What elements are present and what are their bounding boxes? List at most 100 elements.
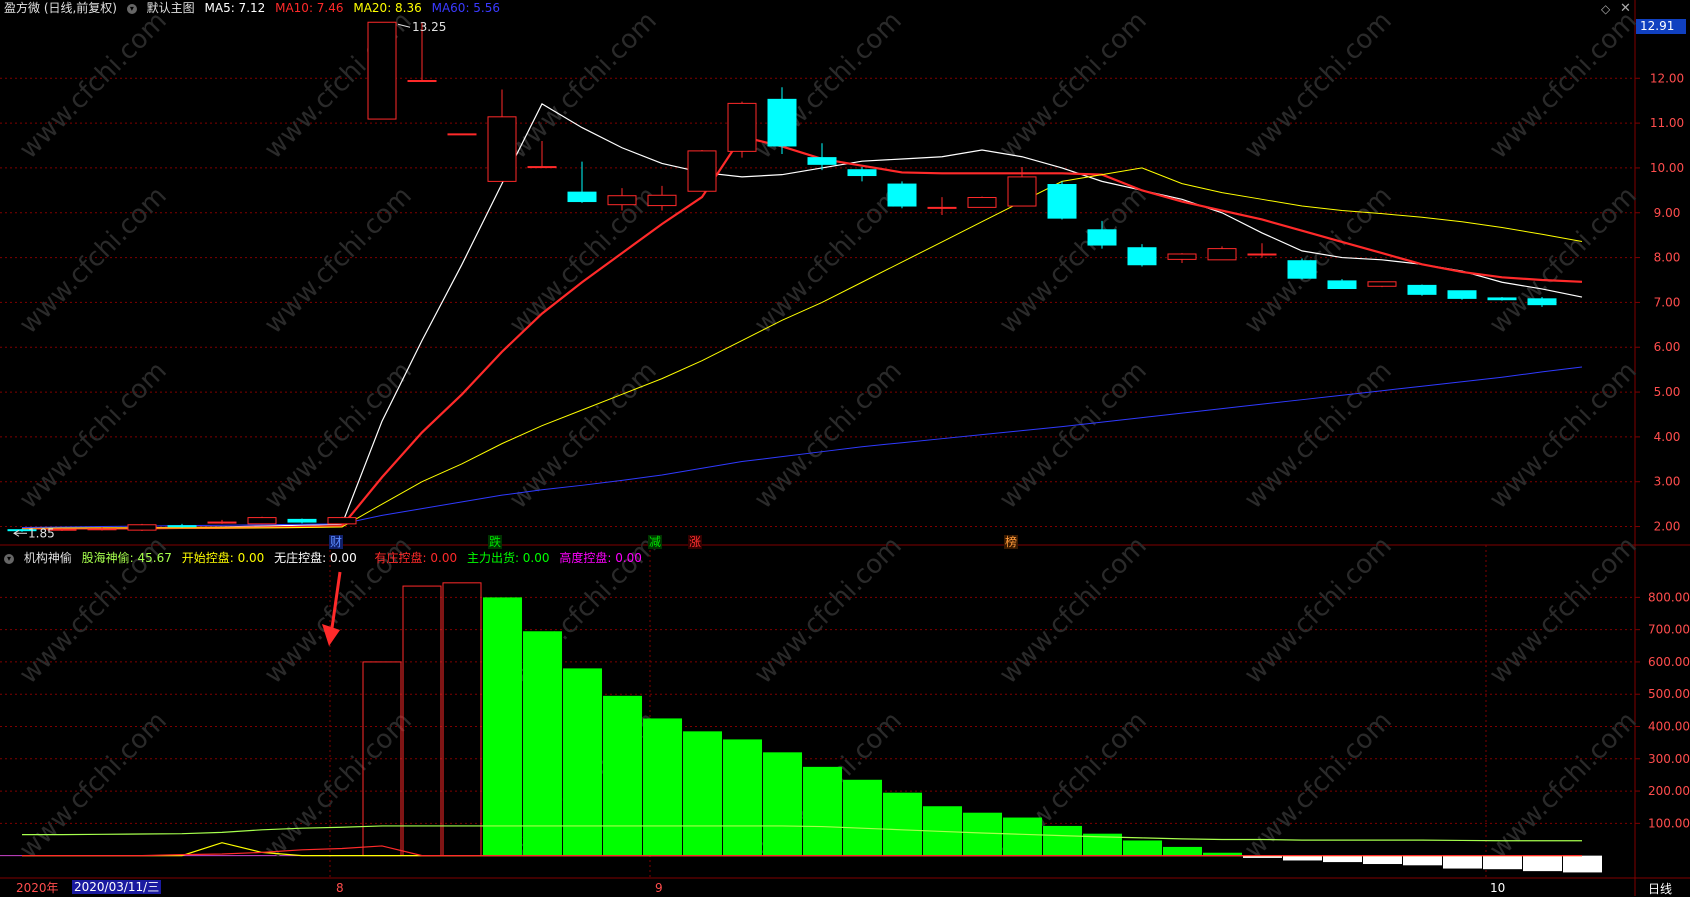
dropdown-icon[interactable]: ▾ bbox=[4, 553, 14, 564]
main-header: 盈方微 (日线,前复权) ▾ 默认主图 MA5: 7.12 MA10: 7.46… bbox=[4, 1, 506, 15]
price-tick-label: 9.00 bbox=[1654, 206, 1681, 220]
indicator-value-gaodu: 高度控盘: 0.00 bbox=[559, 551, 642, 565]
indicator-tick-label: 400.00 bbox=[1648, 720, 1690, 734]
indicator-bar bbox=[1163, 846, 1202, 856]
price-tick-label: 7.00 bbox=[1654, 295, 1681, 309]
candle-body bbox=[1247, 253, 1277, 256]
month-label: 8 bbox=[336, 881, 344, 895]
watermark-text: www.cfchi.com bbox=[14, 6, 173, 165]
indicator-bar bbox=[1443, 855, 1482, 869]
ma60-value: MA60: 5.56 bbox=[431, 1, 501, 15]
candle-body bbox=[647, 194, 677, 207]
watermark-text: www.cfchi.com bbox=[1484, 181, 1643, 340]
indicator-bar bbox=[1043, 825, 1082, 856]
main-price-axis: 12.00 11.00 10.00 9.00 8.00 7.00 6.00 5.00 4.00 3… bbox=[1635, 71, 1684, 534]
candle-body bbox=[447, 133, 477, 136]
indicator-bar bbox=[603, 695, 642, 856]
candle-body bbox=[767, 98, 797, 147]
indicator-bar bbox=[883, 792, 922, 856]
candle-body bbox=[207, 521, 237, 524]
watermark-text: www.cfchi.com bbox=[994, 6, 1153, 165]
dropdown-icon[interactable]: ▾ bbox=[126, 3, 137, 14]
month-label: 9 bbox=[655, 881, 663, 895]
candle-body bbox=[807, 157, 837, 165]
candle-body bbox=[87, 528, 117, 531]
watermark-text: www.cfchi.com bbox=[1239, 356, 1398, 515]
diamond-icon[interactable]: ◇ bbox=[1601, 2, 1610, 16]
watermark-text: www.cfchi.com bbox=[259, 356, 418, 515]
candle-body bbox=[727, 102, 757, 152]
stock-title[interactable]: 盈方微 (日线,前复权) bbox=[4, 1, 117, 15]
sub-indicator-name[interactable]: 机构神偷 bbox=[24, 551, 72, 565]
watermark-text: www.cfchi.com bbox=[1484, 356, 1643, 515]
close-icon[interactable]: ✕ bbox=[1620, 1, 1631, 16]
watermark-text: www.cfchi.com bbox=[1239, 6, 1398, 165]
candle-body bbox=[1327, 280, 1357, 290]
indicator-bar bbox=[442, 582, 482, 857]
indicator-bar bbox=[1003, 817, 1042, 856]
indicator-bar bbox=[523, 631, 562, 856]
sub-header: ▾ 机构神偷 股海神偷: 45.67 开始控盘: 0.00 无庄控盘: 0.00… bbox=[4, 551, 648, 565]
candle-body bbox=[1287, 260, 1317, 279]
indicator-tick-label: 800.00 bbox=[1648, 590, 1690, 604]
indicator-bar bbox=[1483, 855, 1522, 870]
watermark-text: www.cfchi.com bbox=[259, 706, 418, 865]
indicator-bar bbox=[1563, 855, 1602, 873]
candle-body bbox=[367, 21, 397, 120]
ma20-value: MA20: 8.36 bbox=[353, 1, 422, 15]
indicator-bar bbox=[563, 668, 602, 856]
indicator-tick-label: 700.00 bbox=[1648, 623, 1690, 637]
event-label: 跌 bbox=[489, 534, 501, 549]
watermark-text: www.cfchi.com bbox=[1484, 531, 1643, 690]
ma5-value: MA5: 7.12 bbox=[204, 1, 266, 15]
watermark-text: www.cfchi.com bbox=[749, 356, 908, 515]
watermark-text: www.cfchi.com bbox=[1239, 181, 1398, 340]
candle-body bbox=[1527, 298, 1557, 306]
watermark-text: www.cfchi.com bbox=[1484, 6, 1643, 165]
price-tick-label: 3.00 bbox=[1654, 475, 1681, 489]
candle-body bbox=[687, 150, 717, 192]
candle-body bbox=[1207, 248, 1237, 261]
indicator-value-guhai: 股海神偷: 45.67 bbox=[81, 551, 172, 565]
high-price-label: 13.25 bbox=[412, 20, 446, 34]
indicator-bar bbox=[643, 718, 682, 856]
indicator-bar bbox=[1283, 855, 1322, 861]
event-label: 减 bbox=[649, 535, 661, 549]
indicator-tick-label: 300.00 bbox=[1648, 752, 1690, 766]
indicator-bar bbox=[483, 597, 522, 856]
event-label: 财 bbox=[330, 535, 342, 549]
watermark-text: www.cfchi.com bbox=[994, 356, 1153, 515]
event-label: 榜 bbox=[1005, 534, 1017, 549]
candle-body bbox=[1447, 290, 1477, 299]
watermark-text: www.cfchi.com bbox=[259, 181, 418, 340]
candle-body bbox=[287, 518, 317, 523]
candle-body bbox=[1407, 284, 1437, 295]
candle-body bbox=[527, 166, 557, 169]
watermark-text: www.cfchi.com bbox=[1239, 531, 1398, 690]
watermark-text: www.cfchi.com bbox=[504, 356, 663, 515]
watermark-text: www.cfchi.com bbox=[14, 356, 173, 515]
candle-body bbox=[1367, 281, 1397, 287]
candle-body bbox=[967, 197, 997, 208]
price-tick-label: 10.00 bbox=[1650, 161, 1684, 175]
watermark-text: www.cfchi.com bbox=[749, 181, 908, 340]
month-label: 10 bbox=[1490, 881, 1506, 895]
kline-chart[interactable]: www.cfchi.com www.cfchi.com www.cfchi.com w… bbox=[0, 0, 1690, 896]
indicator-bar bbox=[723, 739, 762, 856]
price-tick-label: 11.00 bbox=[1650, 116, 1684, 130]
price-tick-label: 2.00 bbox=[1654, 520, 1681, 534]
main-indicator-name[interactable]: 默认主图 bbox=[147, 1, 195, 15]
event-label: 涨 bbox=[689, 534, 701, 549]
indicator-tick-label: 600.00 bbox=[1648, 655, 1690, 669]
watermark-text: www.cfchi.com bbox=[749, 531, 908, 690]
candle-body bbox=[1047, 184, 1077, 219]
period-selector[interactable]: 日线 bbox=[1648, 880, 1672, 897]
indicator-bar bbox=[1323, 855, 1362, 863]
indicator-bar bbox=[843, 779, 882, 856]
indicator-value-youzhuang: 有庄控盘: 0.00 bbox=[374, 551, 458, 565]
watermark-text: www.cfchi.com bbox=[14, 706, 173, 865]
candle-body bbox=[1007, 176, 1037, 207]
year-label: 2020年 bbox=[16, 881, 59, 895]
price-tick-label: 5.00 bbox=[1654, 385, 1681, 399]
watermark: www.cfchi.com www.cfchi.com www.cfchi.com w… bbox=[14, 6, 1643, 865]
